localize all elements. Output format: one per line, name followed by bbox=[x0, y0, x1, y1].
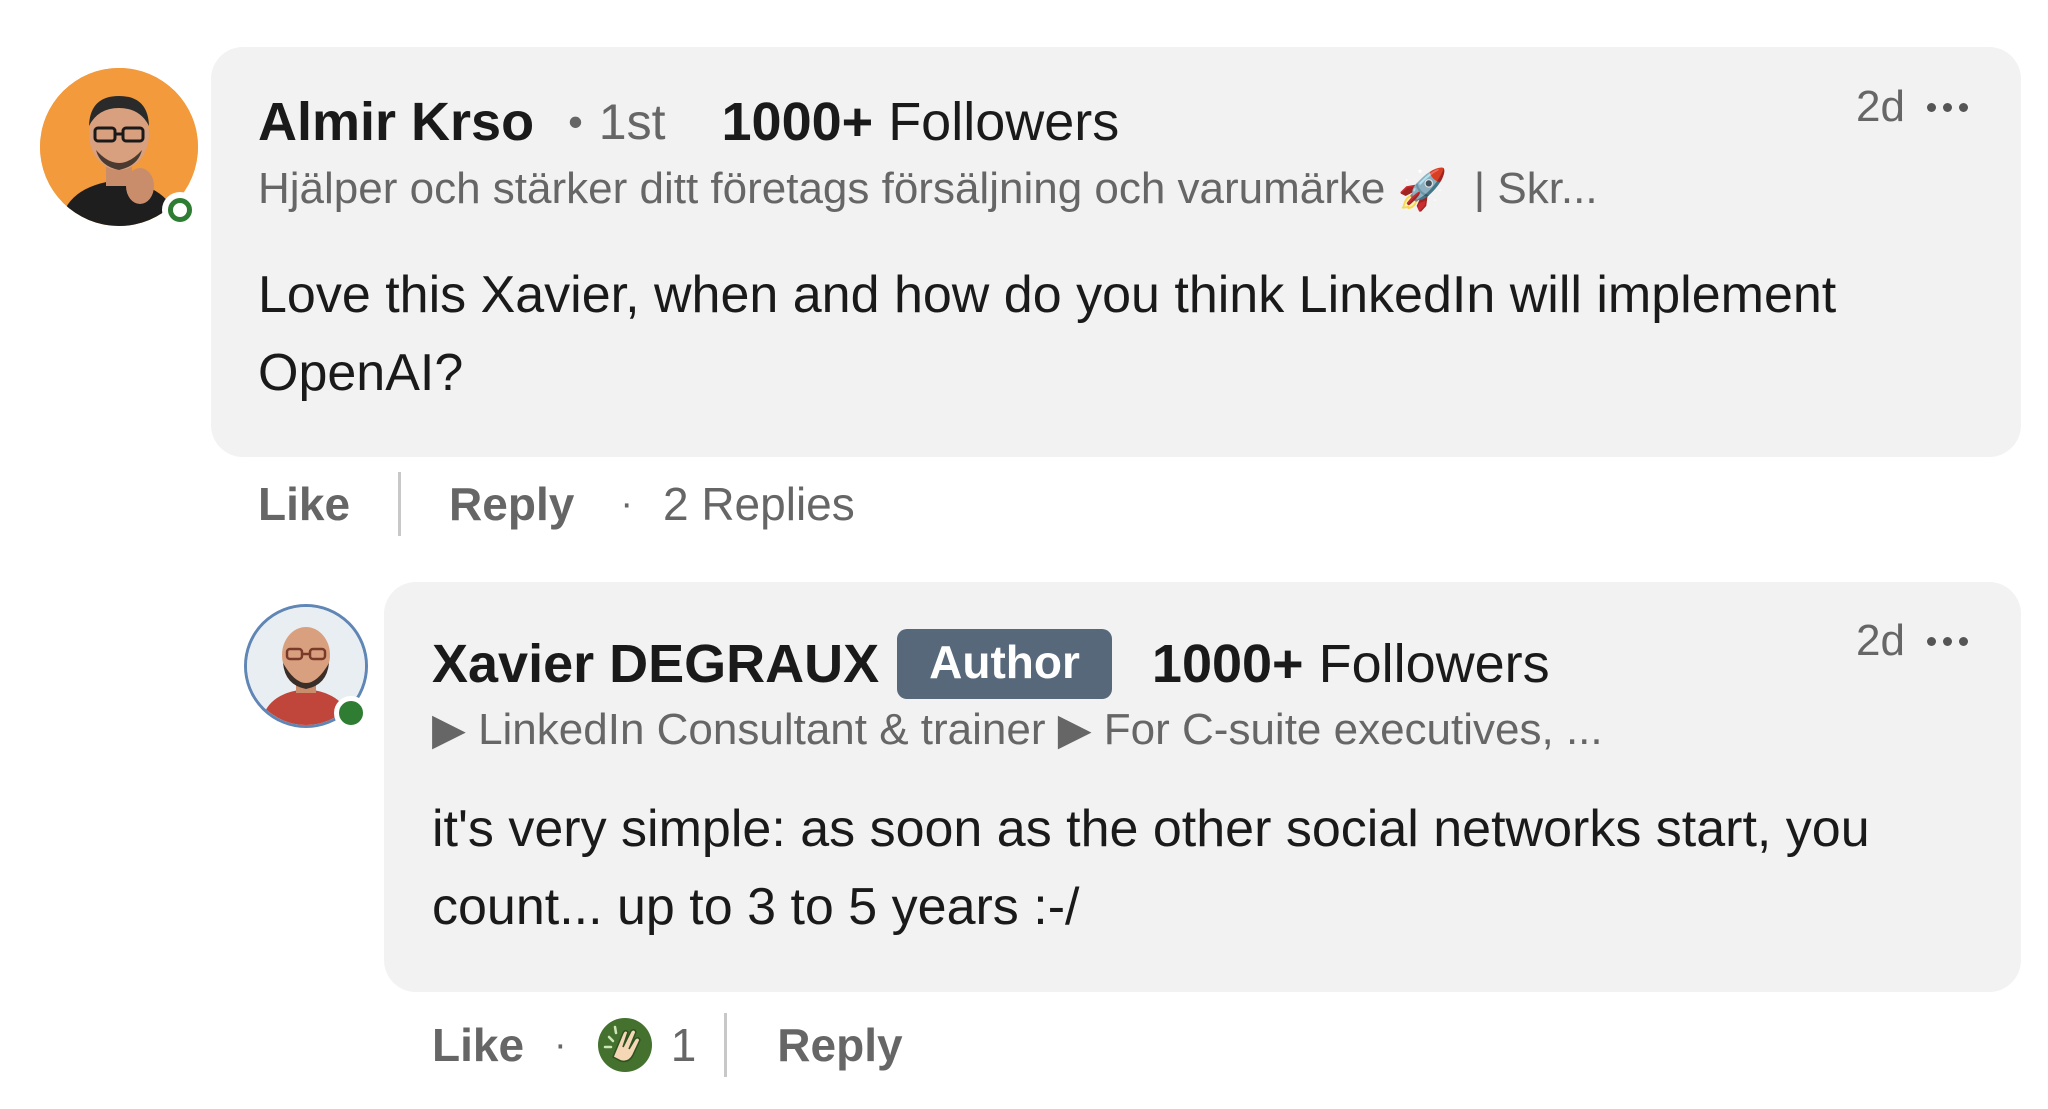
reply-meta: 2d bbox=[1856, 616, 1968, 666]
author-headline[interactable]: Hjälper och stärker ditt företags försäl… bbox=[258, 164, 1598, 214]
separator-dot: · bbox=[620, 482, 633, 525]
author-name[interactable]: Xavier DEGRAUX bbox=[432, 633, 879, 695]
followers-count: 1000+ Followers bbox=[722, 91, 1120, 153]
online-status-icon bbox=[162, 192, 198, 228]
author-badge: Author bbox=[897, 629, 1112, 699]
followers-number: 1000+ bbox=[1151, 634, 1304, 694]
followers-label: Followers bbox=[888, 92, 1120, 152]
replies-link[interactable]: 2 Replies bbox=[663, 477, 855, 531]
comment-actions: Like Reply · 2 Replies bbox=[258, 472, 855, 536]
separator-dot: · bbox=[554, 1023, 567, 1066]
reaction-count[interactable]: 1 bbox=[671, 1018, 697, 1072]
headline-tail: | Skr... bbox=[1473, 164, 1598, 213]
followers-count: 1000+ Followers bbox=[1152, 633, 1550, 695]
reply-actions: Like · 1 Reply bbox=[432, 1010, 903, 1080]
author-headline[interactable]: ▶ LinkedIn Consultant & trainer ▶ For C-… bbox=[432, 704, 1603, 755]
comment-text: Love this Xavier, when and how do you th… bbox=[258, 266, 1837, 402]
reply-button[interactable]: Reply bbox=[449, 477, 574, 531]
reply-button[interactable]: Reply bbox=[777, 1018, 902, 1072]
reply-header: Xavier DEGRAUX Author 1000+ Followers bbox=[432, 628, 1550, 700]
like-button[interactable]: Like bbox=[432, 1018, 524, 1072]
comment-meta: 2d bbox=[1856, 82, 1968, 132]
author-name[interactable]: Almir Krso bbox=[258, 91, 534, 153]
more-options-icon[interactable] bbox=[1926, 636, 1968, 646]
action-divider bbox=[724, 1013, 728, 1077]
comment-thread: Almir Krso • 1st 1000+ Followers Hjälper… bbox=[0, 0, 2048, 1109]
separator-dot: • bbox=[568, 98, 583, 145]
timestamp: 2d bbox=[1856, 616, 1905, 665]
action-divider bbox=[398, 472, 402, 536]
timestamp: 2d bbox=[1856, 82, 1905, 131]
online-status-icon bbox=[334, 696, 368, 730]
followers-label: Followers bbox=[1318, 634, 1550, 694]
connection-degree: 1st bbox=[598, 94, 666, 150]
like-button[interactable]: Like bbox=[258, 477, 350, 531]
more-options-icon[interactable] bbox=[1926, 102, 1968, 112]
clap-icon[interactable] bbox=[597, 1017, 653, 1073]
comment-header: Almir Krso • 1st 1000+ Followers bbox=[258, 86, 1119, 158]
headline-text: Hjälper och stärker ditt företags försäl… bbox=[258, 164, 1386, 213]
reply-comment: Xavier DEGRAUX Author 1000+ Followers ▶ … bbox=[0, 540, 2048, 1109]
rocket-icon: 🚀 bbox=[1397, 168, 1448, 212]
comment: Almir Krso • 1st 1000+ Followers Hjälper… bbox=[0, 0, 2048, 540]
reply-text: it's very simple: as soon as the other s… bbox=[432, 800, 1870, 936]
followers-number: 1000+ bbox=[721, 92, 874, 152]
